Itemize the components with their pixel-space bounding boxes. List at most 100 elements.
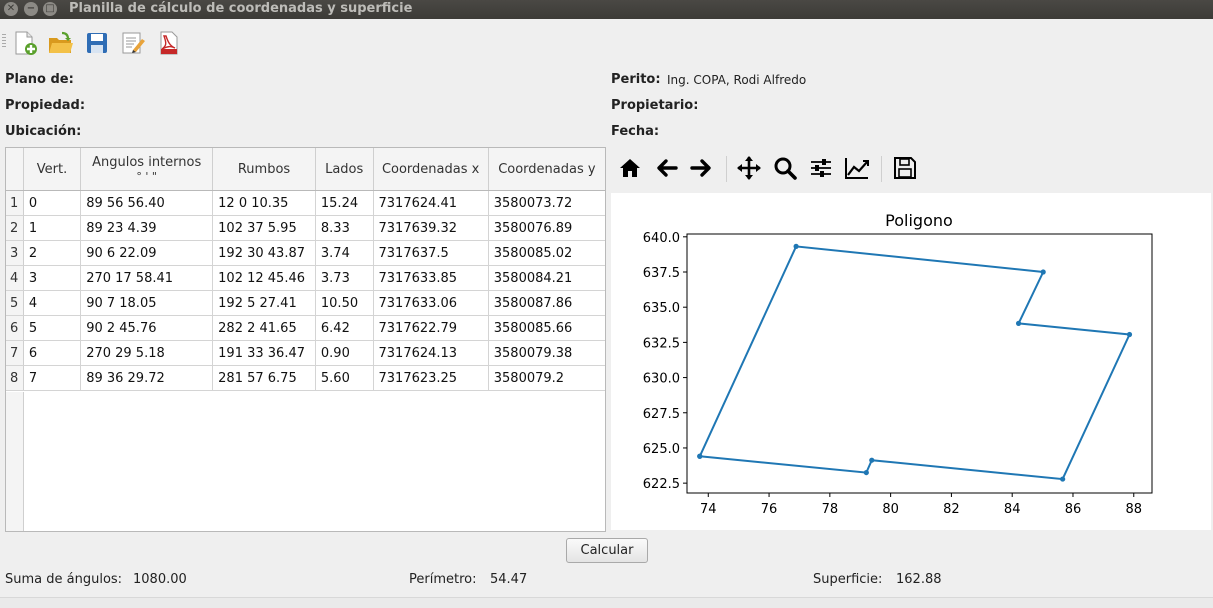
cell-vert[interactable]: 4 <box>23 290 82 316</box>
header-angulos[interactable]: Angulos internos ° ' " <box>80 148 214 191</box>
pan-move-icon[interactable] <box>735 154 763 182</box>
cell-coord-x[interactable]: 7317624.41 <box>373 190 489 216</box>
cell-coord-y[interactable]: 3580087.86 <box>488 290 605 316</box>
cell-vert[interactable]: 6 <box>23 340 82 366</box>
cell-rumbo[interactable]: 102 37 5.95 <box>212 215 316 241</box>
cell-coord-y[interactable]: 3580084.21 <box>488 265 605 291</box>
save-disk-icon[interactable] <box>84 30 110 56</box>
row-number[interactable]: 2 <box>6 215 24 241</box>
row-number[interactable]: 3 <box>6 240 24 266</box>
close-window-button[interactable]: ✕ <box>4 2 18 16</box>
maximize-window-button[interactable]: □ <box>43 2 57 16</box>
row-number[interactable]: 5 <box>6 290 24 316</box>
cell-coord-x[interactable]: 7317624.13 <box>373 340 489 366</box>
cell-lado[interactable]: 5.60 <box>315 365 374 391</box>
row-header-filler <box>6 392 24 531</box>
cell-angulos[interactable]: 270 29 5.18 <box>80 340 214 366</box>
edit-document-icon[interactable] <box>120 30 146 56</box>
cell-rumbo[interactable]: 102 12 45.46 <box>212 265 316 291</box>
cell-rumbo[interactable]: 12 0 10.35 <box>212 190 316 216</box>
perimetro-label: Perímetro: <box>409 572 477 587</box>
pdf-export-icon[interactable] <box>156 30 182 56</box>
cell-vert[interactable]: 5 <box>23 315 82 341</box>
row-number[interactable]: 4 <box>6 265 24 291</box>
cell-coord-y[interactable]: 3580085.66 <box>488 315 605 341</box>
cell-angulos[interactable]: 89 56 56.40 <box>80 190 214 216</box>
cell-lado[interactable]: 0.90 <box>315 340 374 366</box>
save-figure-icon[interactable] <box>891 154 919 182</box>
cell-vert[interactable]: 2 <box>23 240 82 266</box>
vertex-point <box>1060 476 1066 482</box>
cell-angulos[interactable]: 89 36 29.72 <box>80 365 214 391</box>
cell-lado[interactable]: 8.33 <box>315 215 374 241</box>
open-folder-icon[interactable] <box>48 30 74 56</box>
calcular-button[interactable]: Calcular <box>566 538 648 563</box>
back-arrow-icon[interactable] <box>652 154 680 182</box>
cell-lado[interactable]: 3.73 <box>315 265 374 291</box>
cell-coord-y[interactable]: 3580079.2 <box>488 365 605 391</box>
configure-subplots-icon[interactable] <box>807 154 835 182</box>
cell-coord-x[interactable]: 7317633.06 <box>373 290 489 316</box>
header-vert[interactable]: Vert. <box>23 148 82 191</box>
x-tick-label: 78 <box>822 502 839 517</box>
row-number[interactable]: 8 <box>6 365 24 391</box>
cell-lado[interactable]: 3.74 <box>315 240 374 266</box>
cell-vert[interactable]: 3 <box>23 265 82 291</box>
cell-lado[interactable]: 10.50 <box>315 290 374 316</box>
status-bar <box>0 597 1213 608</box>
cell-angulos[interactable]: 90 7 18.05 <box>80 290 214 316</box>
cell-vert[interactable]: 0 <box>23 190 82 216</box>
window-title: Planilla de cálculo de coordenadas y sup… <box>69 1 413 16</box>
cell-rumbo[interactable]: 282 2 41.65 <box>212 315 316 341</box>
coordinates-table[interactable]: Vert. Angulos internos ° ' " Rumbos Lado… <box>5 147 606 532</box>
cell-angulos[interactable]: 89 23 4.39 <box>80 215 214 241</box>
corner-header[interactable] <box>6 148 24 191</box>
propietario-label: Propietario: <box>611 98 699 113</box>
edit-axis-icon[interactable] <box>843 154 871 182</box>
header-coord-x[interactable]: Coordenadas x <box>373 148 489 191</box>
cell-coord-x[interactable]: 7317633.85 <box>373 265 489 291</box>
cell-angulos[interactable]: 90 2 45.76 <box>80 315 214 341</box>
table-row[interactable]: 2 1 89 23 4.39 102 37 5.95 8.33 7317639.32 358… <box>6 215 605 241</box>
table-row[interactable]: 8 7 89 36 29.72 281 57 6.75 5.60 7317623.25 35… <box>6 365 605 391</box>
cell-coord-y[interactable]: 3580079.38 <box>488 340 605 366</box>
cell-lado[interactable]: 6.42 <box>315 315 374 341</box>
y-tick-label: 635.0 <box>643 301 680 316</box>
chart-axes-frame <box>686 233 1153 494</box>
table-row[interactable]: 7 6 270 29 5.18 191 33 36.47 0.90 7317624.13 3… <box>6 340 605 366</box>
plot-canvas[interactable]: Poligono 74 76 78 80 82 84 86 88 622.5 625.0 627.5… <box>611 193 1211 530</box>
header-rumbos[interactable]: Rumbos <box>212 148 316 191</box>
toolbar-grip[interactable] <box>2 34 6 48</box>
cell-coord-x[interactable]: 7317639.32 <box>373 215 489 241</box>
cell-coord-x[interactable]: 7317622.79 <box>373 315 489 341</box>
cell-lado[interactable]: 15.24 <box>315 190 374 216</box>
header-lados[interactable]: Lados <box>315 148 374 191</box>
cell-rumbo[interactable]: 192 5 27.41 <box>212 290 316 316</box>
cell-vert[interactable]: 1 <box>23 215 82 241</box>
table-row[interactable]: 3 2 90 6 22.09 192 30 43.87 3.74 7317637.5 358… <box>6 240 605 266</box>
header-coord-y[interactable]: Coordenadas y <box>488 148 605 191</box>
row-number[interactable]: 1 <box>6 190 24 216</box>
cell-coord-y[interactable]: 3580076.89 <box>488 215 605 241</box>
cell-rumbo[interactable]: 281 57 6.75 <box>212 365 316 391</box>
minimize-window-button[interactable]: − <box>24 2 38 16</box>
cell-coord-x[interactable]: 7317637.5 <box>373 240 489 266</box>
table-row[interactable]: 1 0 89 56 56.40 12 0 10.35 15.24 7317624.41 35… <box>6 190 605 216</box>
cell-angulos[interactable]: 90 6 22.09 <box>80 240 214 266</box>
cell-coord-x[interactable]: 7317623.25 <box>373 365 489 391</box>
table-row[interactable]: 5 4 90 7 18.05 192 5 27.41 10.50 7317633.06 35… <box>6 290 605 316</box>
row-number[interactable]: 6 <box>6 315 24 341</box>
row-number[interactable]: 7 <box>6 340 24 366</box>
cell-vert[interactable]: 7 <box>23 365 82 391</box>
table-row[interactable]: 4 3 270 17 58.41 102 12 45.46 3.73 7317633.85… <box>6 265 605 291</box>
home-icon[interactable] <box>616 154 644 182</box>
cell-rumbo[interactable]: 192 30 43.87 <box>212 240 316 266</box>
zoom-icon[interactable] <box>771 154 799 182</box>
cell-angulos[interactable]: 270 17 58.41 <box>80 265 214 291</box>
forward-arrow-icon[interactable] <box>688 154 716 182</box>
table-row[interactable]: 6 5 90 2 45.76 282 2 41.65 6.42 7317622.79 358… <box>6 315 605 341</box>
cell-coord-y[interactable]: 3580073.72 <box>488 190 605 216</box>
cell-coord-y[interactable]: 3580085.02 <box>488 240 605 266</box>
new-file-icon[interactable] <box>12 30 38 56</box>
cell-rumbo[interactable]: 191 33 36.47 <box>212 340 316 366</box>
